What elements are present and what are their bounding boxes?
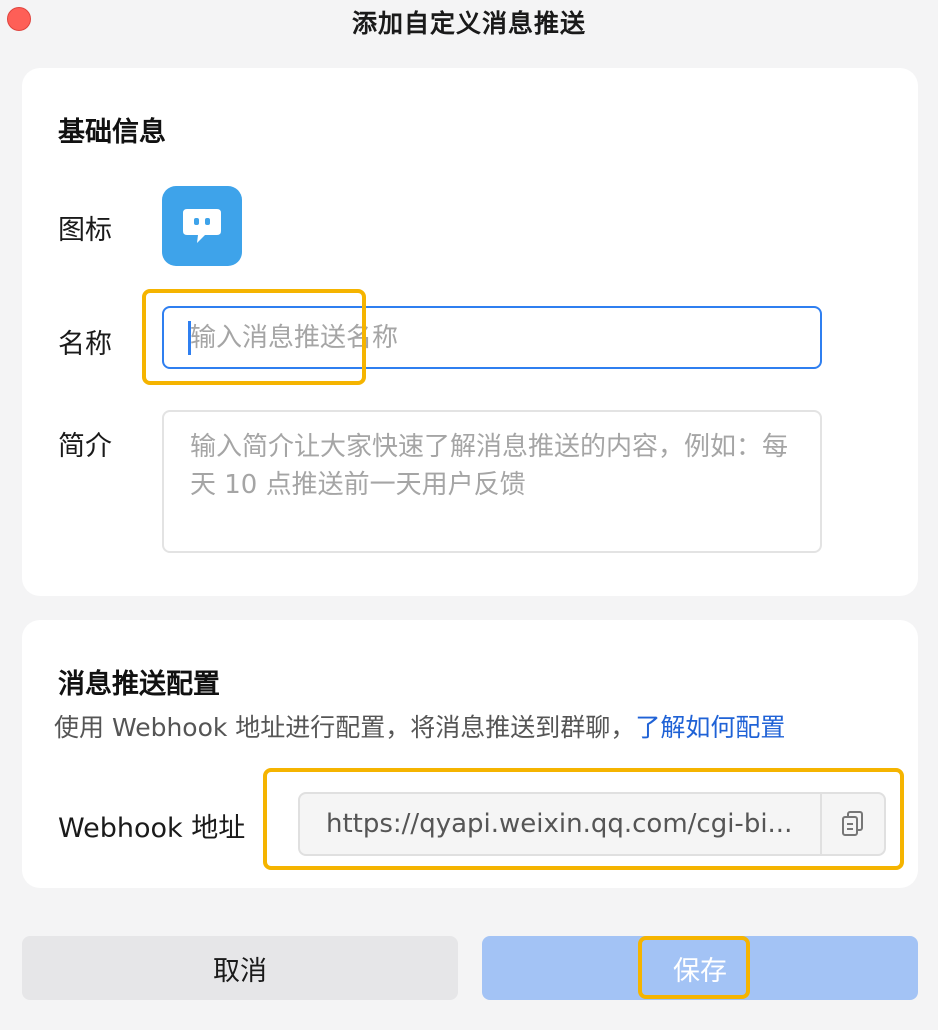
intro-label: 简介 <box>58 431 112 462</box>
copy-button[interactable] <box>820 794 884 854</box>
push-config-description: 使用 Webhook 地址进行配置，将消息推送到群聊，了解如何配置 <box>54 708 785 744</box>
name-input[interactable] <box>162 306 822 369</box>
basic-info-card: 基础信息 图标 名称 简介 <box>22 68 918 596</box>
webhook-label: Webhook 地址 <box>58 813 246 844</box>
chat-bubble-glyph <box>183 209 221 243</box>
basic-info-title: 基础信息 <box>58 117 166 148</box>
chat-bubble-icon[interactable] <box>162 186 242 266</box>
name-label: 名称 <box>58 329 112 360</box>
push-config-title: 消息推送配置 <box>58 669 220 700</box>
push-description-text: 使用 Webhook 地址进行配置，将消息推送到群聊， <box>54 713 636 742</box>
webhook-url-value[interactable]: https://qyapi.weixin.qq.com/cgi-bi... <box>300 809 820 839</box>
intro-textarea[interactable] <box>162 410 822 553</box>
save-button[interactable]: 保存 <box>482 936 918 1000</box>
dialog-window: 添加自定义消息推送 基础信息 图标 名称 简介 消息推送配置 使用 Webhoo… <box>0 0 938 1030</box>
window-title: 添加自定义消息推送 <box>351 9 586 38</box>
push-config-card: 消息推送配置 使用 Webhook 地址进行配置，将消息推送到群聊，了解如何配置… <box>22 620 918 888</box>
text-caret <box>188 321 191 355</box>
webhook-field: https://qyapi.weixin.qq.com/cgi-bi... <box>298 792 886 856</box>
icon-label: 图标 <box>58 215 112 246</box>
cancel-button[interactable]: 取消 <box>22 936 458 1000</box>
how-to-configure-link[interactable]: 了解如何配置 <box>635 713 785 742</box>
copy-icon <box>842 811 863 836</box>
